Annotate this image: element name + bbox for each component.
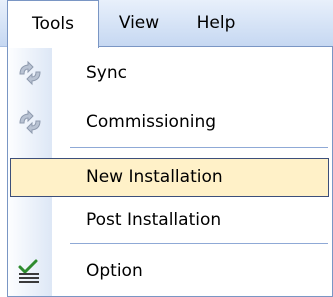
menu-item-post-installation[interactable]: Post Installation xyxy=(8,200,331,240)
menu-help[interactable]: Help xyxy=(180,0,252,47)
checklist-icon xyxy=(16,258,44,284)
menu-item-label: Option xyxy=(86,261,143,281)
menu-item-label: New Installation xyxy=(86,167,223,187)
menu-item-option[interactable]: Option xyxy=(8,251,331,291)
menu-item-label: Post Installation xyxy=(86,210,222,230)
menu-item-label: Sync xyxy=(86,63,127,83)
menu-item-new-installation[interactable]: New Installation xyxy=(10,158,329,197)
sync-icon xyxy=(16,109,44,135)
menu-tools[interactable]: Tools xyxy=(7,0,99,48)
menu-item-commissioning[interactable]: Commissioning xyxy=(8,102,331,142)
menu-item-label: Commissioning xyxy=(86,112,217,132)
sync-icon xyxy=(16,60,44,86)
menu-item-sync[interactable]: Sync xyxy=(8,53,331,93)
menu-bar: Tools View Help xyxy=(0,0,333,48)
menu-separator xyxy=(70,243,328,244)
menu-separator xyxy=(70,147,328,148)
menu-view[interactable]: View xyxy=(106,0,172,47)
tools-dropdown-menu: Sync Commissioning New Installation Post… xyxy=(7,46,333,297)
